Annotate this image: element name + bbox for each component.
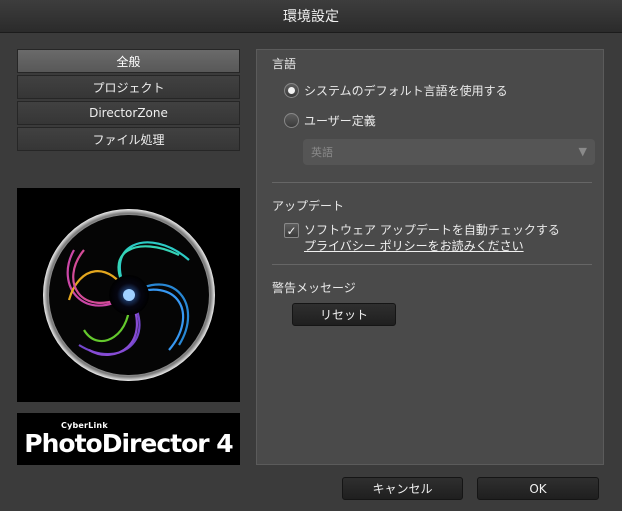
- warnings-section-title: 警告メッセージ: [272, 281, 356, 295]
- language-section-title: 言語: [272, 57, 297, 71]
- reset-button[interactable]: リセット: [292, 303, 396, 326]
- dialog-body: 全般 プロジェクト DirectorZone ファイル処理 CyberLink …: [0, 33, 622, 511]
- dropdown-arrow-icon: ▼: [578, 145, 587, 158]
- language-select[interactable]: 英語 ▼: [303, 139, 595, 165]
- update-section-title: アップデート: [272, 199, 345, 213]
- product-logo-image: [17, 188, 240, 402]
- nav-item-label: DirectorZone: [89, 106, 168, 120]
- cancel-button[interactable]: キャンセル: [342, 477, 463, 500]
- auto-update-checkbox[interactable]: ✓: [284, 223, 299, 238]
- window-title: 環境設定: [283, 9, 339, 25]
- privacy-policy-link[interactable]: プライバシー ポリシーをお読みください: [304, 238, 560, 254]
- radio-button[interactable]: [284, 113, 299, 128]
- radio-default-language[interactable]: システムのデフォルト言語を使用する: [284, 82, 508, 99]
- cancel-button-label: キャンセル: [372, 482, 433, 496]
- product-name: PhotoDirector 4: [24, 428, 233, 458]
- radio-button-selected[interactable]: [284, 83, 299, 98]
- radio-label: システムのデフォルト言語を使用する: [304, 84, 508, 98]
- category-nav: 全般 プロジェクト DirectorZone ファイル処理: [17, 49, 240, 153]
- radio-custom-language[interactable]: ユーザー定義: [284, 112, 376, 129]
- ok-button[interactable]: OK: [477, 477, 599, 500]
- nav-item-label: 全般: [116, 54, 141, 69]
- auto-update-checkbox-row[interactable]: ✓ ソフトウェア アップデートを自動チェックする プライバシー ポリシーをお読み…: [284, 222, 560, 254]
- company-name: CyberLink: [61, 421, 108, 430]
- aperture-logo-icon: [42, 209, 215, 381]
- radio-label: ユーザー定義: [304, 114, 376, 128]
- brand-banner: CyberLink PhotoDirector 4: [17, 413, 240, 465]
- section-divider: [272, 264, 592, 265]
- section-divider: [272, 182, 592, 183]
- nav-item-file-handling[interactable]: ファイル処理: [17, 127, 240, 151]
- nav-item-directorzone[interactable]: DirectorZone: [17, 101, 240, 125]
- settings-panel: 言語 システムのデフォルト言語を使用する ユーザー定義 英語 ▼ アップデート …: [256, 49, 604, 465]
- nav-item-label: ファイル処理: [92, 132, 165, 147]
- nav-item-project[interactable]: プロジェクト: [17, 75, 240, 99]
- language-select-value: 英語: [311, 146, 333, 159]
- auto-update-label: ソフトウェア アップデートを自動チェックする: [304, 223, 560, 237]
- reset-button-label: リセット: [319, 308, 368, 322]
- nav-item-label: プロジェクト: [92, 80, 165, 95]
- ok-button-label: OK: [529, 481, 547, 496]
- title-bar: 環境設定: [0, 0, 622, 33]
- nav-item-general[interactable]: 全般: [17, 49, 240, 73]
